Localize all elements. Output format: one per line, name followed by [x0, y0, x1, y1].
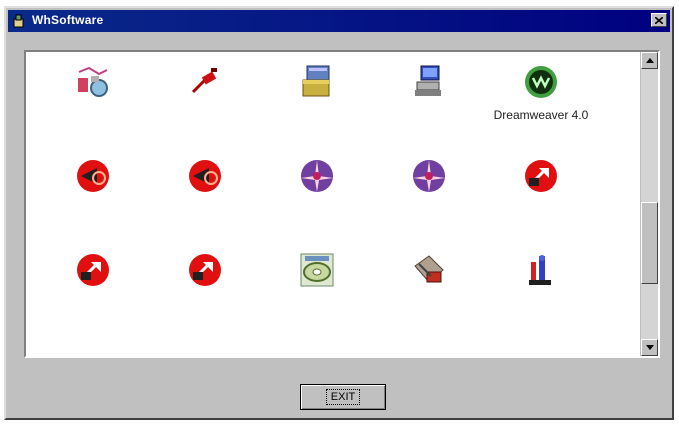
software-item[interactable]: [38, 158, 148, 228]
scroll-up-button[interactable]: [641, 52, 658, 69]
software-item[interactable]: [374, 252, 484, 322]
software-item[interactable]: Dreamweaver 4.0: [486, 64, 596, 134]
arrow-down-icon: [645, 345, 654, 350]
software-item[interactable]: [38, 252, 148, 322]
scroll-thumb[interactable]: [641, 202, 658, 284]
vertical-scrollbar[interactable]: [640, 52, 658, 356]
purple-swirl-icon: [413, 160, 445, 192]
red-arrow-icon: [77, 254, 109, 286]
scroll-down-button[interactable]: [641, 339, 658, 356]
close-icon: [655, 16, 663, 24]
software-item[interactable]: [150, 158, 260, 228]
installer-box-icon: [302, 65, 330, 97]
title-bar[interactable]: WhSoftware: [8, 10, 670, 32]
software-item[interactable]: [486, 158, 596, 228]
cable-plug-icon: [191, 68, 217, 94]
software-item[interactable]: [38, 64, 148, 134]
exit-button[interactable]: EXIT: [300, 384, 386, 410]
software-list-panel: Dreamweaver 4.0: [24, 50, 660, 358]
close-button[interactable]: [651, 13, 667, 27]
red-circle-icon: [189, 160, 221, 192]
software-item[interactable]: [374, 64, 484, 134]
software-item[interactable]: [150, 64, 260, 134]
software-item[interactable]: [262, 64, 372, 134]
dreamweaver-icon: [525, 66, 557, 98]
window-title: WhSoftware: [32, 13, 104, 27]
red-arrow-icon: [525, 160, 557, 192]
software-label: Dreamweaver 4.0: [493, 108, 589, 122]
computer-setup-icon: [415, 65, 441, 96]
app-icon: [13, 14, 24, 28]
purple-swirl-icon: [301, 160, 333, 192]
card-tool-icon: [414, 255, 444, 283]
software-item[interactable]: [150, 252, 260, 322]
red-circle-icon: [77, 160, 109, 192]
software-window: WhSoftware Dreamweaver 4.0 EXIT: [4, 6, 674, 420]
software-item[interactable]: [262, 158, 372, 228]
software-item[interactable]: [486, 252, 596, 322]
network-icon: [78, 66, 108, 97]
cd-disc-icon: [300, 253, 334, 287]
red-arrow-icon: [189, 254, 221, 286]
flask-icon: [529, 255, 551, 285]
arrow-up-icon: [645, 58, 654, 63]
software-item[interactable]: [262, 252, 372, 322]
software-item[interactable]: [374, 158, 484, 228]
exit-label: EXIT: [325, 389, 361, 405]
